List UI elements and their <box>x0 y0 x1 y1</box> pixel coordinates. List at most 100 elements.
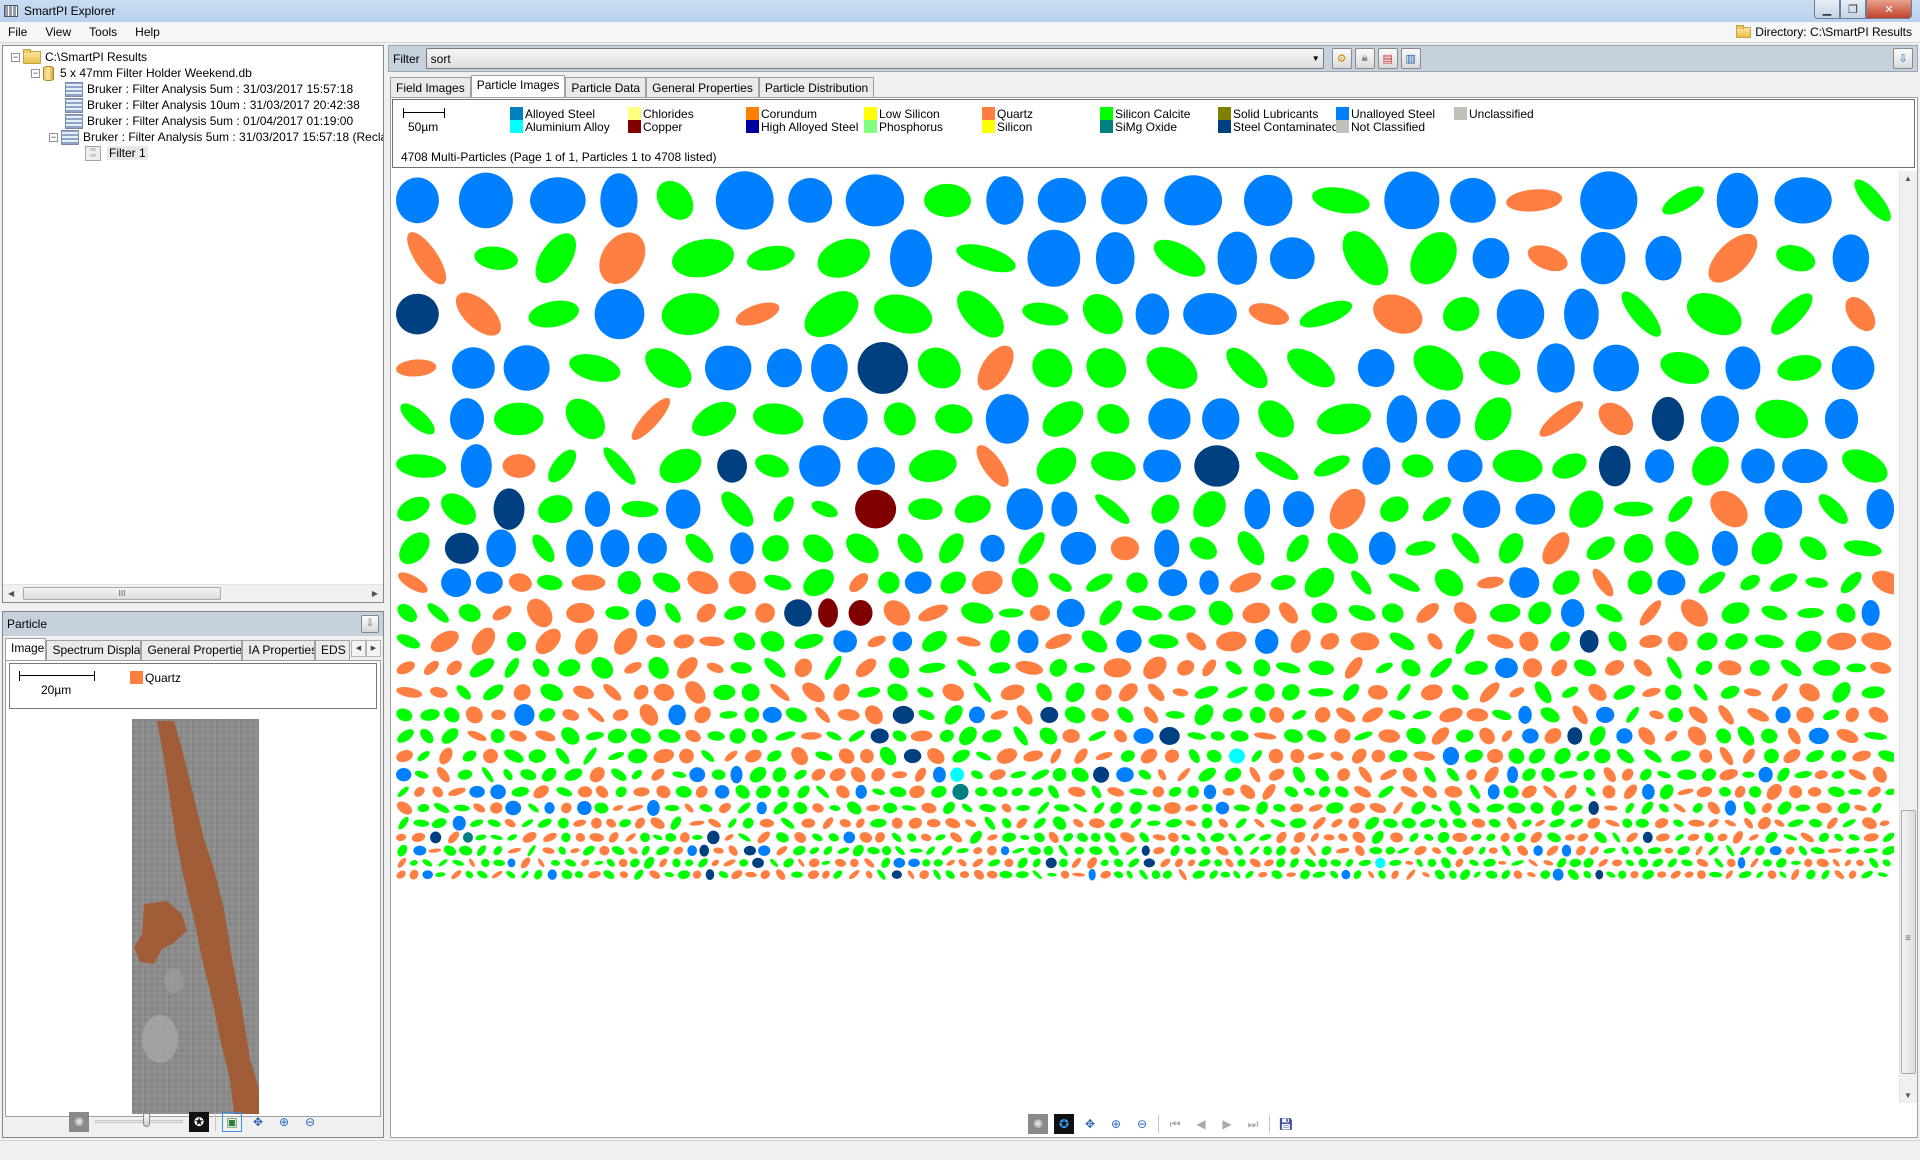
particle-thumbnail[interactable] <box>889 785 907 798</box>
particle-thumbnail[interactable] <box>1881 858 1892 868</box>
particle-thumbnail[interactable] <box>1377 869 1388 881</box>
zoom-out-icon[interactable]: ⊖ <box>300 1112 320 1132</box>
particle-thumbnail[interactable] <box>1657 347 1713 390</box>
particle-thumbnail[interactable] <box>1515 493 1556 525</box>
particle-thumbnail[interactable] <box>394 706 414 724</box>
particle-thumbnail[interactable] <box>395 568 431 596</box>
particle-thumbnail[interactable] <box>1713 857 1724 869</box>
particle-thumbnail[interactable] <box>1436 290 1486 338</box>
particle-thumbnail[interactable] <box>435 487 482 531</box>
particle-thumbnail[interactable] <box>739 859 749 867</box>
particle-thumbnail[interactable] <box>594 288 645 340</box>
particle-thumbnail[interactable] <box>1200 844 1213 856</box>
particle-thumbnail[interactable] <box>723 749 739 764</box>
particle-thumbnail[interactable] <box>970 339 1021 396</box>
particle-thumbnail[interactable] <box>1244 870 1255 880</box>
particle-thumbnail[interactable] <box>1488 847 1498 854</box>
particle-thumbnail[interactable] <box>476 869 489 880</box>
particle-thumbnail[interactable] <box>981 727 1004 744</box>
particle-thumbnail[interactable] <box>1092 801 1106 816</box>
particle-thumbnail[interactable] <box>691 703 714 726</box>
particle-thumbnail[interactable] <box>627 748 648 764</box>
particle-thumbnail[interactable] <box>1505 815 1519 831</box>
particle-thumbnail[interactable] <box>1638 633 1663 649</box>
particle-thumbnail[interactable] <box>527 226 584 290</box>
particle-thumbnail[interactable] <box>1535 396 1588 442</box>
particle-thumbnail[interactable] <box>1337 832 1349 843</box>
particle-thumbnail[interactable] <box>795 783 812 800</box>
particle-thumbnail[interactable] <box>1548 448 1590 483</box>
particle-thumbnail[interactable] <box>1311 815 1328 831</box>
particle-thumbnail[interactable] <box>1696 857 1710 868</box>
particle-thumbnail[interactable] <box>633 816 647 831</box>
particle-thumbnail[interactable] <box>1307 751 1324 761</box>
particle-thumbnail[interactable] <box>528 531 559 566</box>
particle-thumbnail[interactable] <box>1695 785 1713 799</box>
particle-thumbnail[interactable] <box>1186 533 1221 565</box>
particle-thumbnail[interactable] <box>1515 628 1542 655</box>
particle-thumbnail[interactable] <box>740 682 762 703</box>
particle-thumbnail[interactable] <box>1360 704 1386 726</box>
particle-thumbnail[interactable] <box>1010 770 1027 780</box>
particle-thumbnail[interactable] <box>985 394 1029 444</box>
particle-thumbnail[interactable] <box>1576 831 1590 843</box>
particle-thumbnail[interactable] <box>430 831 442 844</box>
particle-thumbnail[interactable] <box>421 858 433 868</box>
particle-thumbnail[interactable] <box>793 631 825 652</box>
particle-thumbnail[interactable] <box>1425 630 1446 652</box>
particle-thumbnail[interactable] <box>1743 687 1762 697</box>
particle-thumbnail[interactable] <box>985 844 999 858</box>
particle-thumbnail[interactable] <box>916 601 950 625</box>
particle-thumbnail[interactable] <box>1123 569 1150 596</box>
particle-thumbnail[interactable] <box>987 858 1001 868</box>
particle-thumbnail[interactable] <box>1186 785 1200 800</box>
particle-thumbnail[interactable] <box>693 783 710 800</box>
particle-thumbnail[interactable] <box>1617 869 1628 880</box>
particle-thumbnail[interactable] <box>1688 819 1705 827</box>
particle-thumbnail[interactable] <box>1579 630 1599 653</box>
particle-thumbnail[interactable] <box>1210 832 1225 844</box>
particle-thumbnail[interactable] <box>558 724 583 749</box>
tab-ia-properties[interactable]: IA Properties <box>242 640 316 660</box>
particle-thumbnail[interactable] <box>1322 482 1372 536</box>
particle-thumbnail[interactable] <box>1695 568 1728 598</box>
particle-thumbnail[interactable] <box>1670 748 1692 764</box>
particle-thumbnail[interactable] <box>1697 747 1715 766</box>
particle-thumbnail[interactable] <box>560 831 572 843</box>
particle-thumbnail[interactable] <box>907 816 923 830</box>
particle-thumbnail[interactable] <box>800 732 822 740</box>
particle-thumbnail[interactable] <box>1717 833 1729 843</box>
particle-thumbnail[interactable] <box>1046 655 1071 680</box>
particle-thumbnail[interactable] <box>1380 601 1406 625</box>
particle-thumbnail[interactable] <box>828 766 848 784</box>
particle-thumbnail[interactable] <box>1405 868 1417 881</box>
particle-thumbnail[interactable] <box>1734 723 1757 748</box>
particle-thumbnail[interactable] <box>713 684 736 701</box>
particle-thumbnail[interactable] <box>679 831 691 843</box>
particle-thumbnail[interactable] <box>857 685 882 699</box>
particle-thumbnail[interactable] <box>1533 845 1543 856</box>
particle-thumbnail[interactable] <box>907 869 916 880</box>
particle-thumbnail[interactable] <box>730 661 753 675</box>
particle-thumbnail[interactable] <box>462 703 486 727</box>
particle-thumbnail[interactable] <box>809 766 827 783</box>
particle-thumbnail[interactable] <box>971 680 993 704</box>
particle-thumbnail[interactable] <box>1074 846 1085 855</box>
particle-thumbnail[interactable] <box>627 393 675 444</box>
particle-thumbnail[interactable] <box>1534 818 1546 827</box>
particle-thumbnail[interactable] <box>1468 783 1482 800</box>
particle-thumbnail[interactable] <box>587 653 618 684</box>
particle-thumbnail[interactable] <box>1150 869 1161 880</box>
particle-thumbnail[interactable] <box>1452 832 1468 843</box>
particle-thumbnail[interactable] <box>1286 872 1296 877</box>
particle-thumbnail[interactable] <box>1645 235 1682 281</box>
particle-thumbnail[interactable] <box>1125 870 1134 880</box>
dock-panel-icon[interactable]: ⇩ <box>361 615 379 633</box>
particle-thumbnail[interactable] <box>986 626 1014 656</box>
particle-thumbnail[interactable] <box>1298 868 1312 881</box>
particle-thumbnail[interactable] <box>1808 787 1822 797</box>
particle-thumbnail[interactable] <box>1037 177 1087 223</box>
tree-node-filter[interactable]: ▫▫ ▫▫ Filter 1 <box>85 145 148 161</box>
particle-thumbnail[interactable] <box>1210 731 1225 742</box>
particle-thumbnail[interactable] <box>779 816 796 831</box>
